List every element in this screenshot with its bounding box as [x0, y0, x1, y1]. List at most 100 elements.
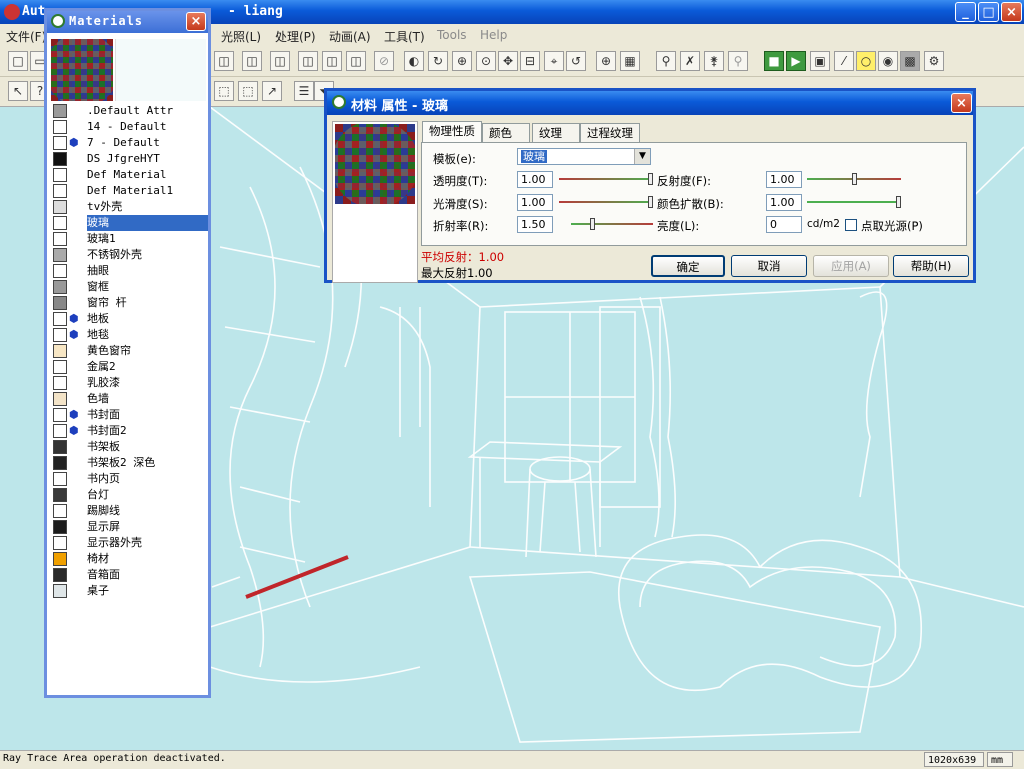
- template-dropdown[interactable]: 玻璃 ▼: [517, 148, 651, 165]
- chevron-down-icon[interactable]: ▼: [634, 149, 650, 164]
- render-icon-2[interactable]: ▶: [786, 51, 806, 71]
- materials-list[interactable]: .Default Attr 14 - Default ⬢ 7 - Default DS …: [49, 103, 208, 599]
- reflectivity-input[interactable]: 1.00: [766, 171, 802, 188]
- dialog-close-button[interactable]: ×: [951, 93, 972, 113]
- smoothness-input[interactable]: 1.00: [517, 194, 553, 211]
- walk-cross-icon[interactable]: ✗: [680, 51, 700, 71]
- select-cube-icon[interactable]: ⬚: [238, 81, 258, 101]
- tab-color[interactable]: 颜色: [482, 123, 530, 143]
- material-list-item[interactable]: 踢脚线: [49, 503, 207, 519]
- material-list-item[interactable]: 桌子: [49, 583, 207, 599]
- new-file-icon[interactable]: □: [8, 51, 28, 71]
- material-list-item[interactable]: .Default Attr: [49, 103, 207, 119]
- run-icon[interactable]: ⚵: [704, 51, 724, 71]
- material-list-item[interactable]: ⬢ 7 - Default: [49, 135, 207, 151]
- menu-tools[interactable]: Tools: [437, 28, 467, 42]
- zoom-in-icon[interactable]: ⊕: [452, 51, 472, 71]
- materials-title-bar[interactable]: Materials ×: [47, 11, 208, 33]
- material-list-item[interactable]: DS JfgreHYT: [49, 151, 207, 167]
- material-list-item[interactable]: 书架板: [49, 439, 207, 455]
- menu-help[interactable]: Help: [480, 28, 507, 42]
- material-list-item[interactable]: 书内页: [49, 471, 207, 487]
- material-list-item[interactable]: 音箱面: [49, 567, 207, 583]
- light-icon[interactable]: ○: [856, 51, 876, 71]
- rotate-icon[interactable]: ↻: [428, 51, 448, 71]
- menu-lighting[interactable]: 光照(L): [221, 28, 261, 45]
- material-list-item[interactable]: Def Material1: [49, 183, 207, 199]
- material-list-item[interactable]: 玻璃1: [49, 231, 207, 247]
- material-list-item[interactable]: 金属2: [49, 359, 207, 375]
- material-list-item[interactable]: ⬢ 书封面2: [49, 423, 207, 439]
- material-properties-dialog[interactable]: 材料 属性 - 玻璃 × 物理性质 颜色 纹理 过程纹理 模板(e): 玻璃 ▼…: [324, 88, 976, 283]
- minimize-button[interactable]: _: [955, 2, 976, 22]
- ruler-icon[interactable]: ⊟: [520, 51, 540, 71]
- measure-icon[interactable]: ⌖: [544, 51, 564, 71]
- view-cube-icon-2[interactable]: ◫: [242, 51, 262, 71]
- view-cube-icon-1[interactable]: ◫: [214, 51, 234, 71]
- color-diffusion-slider[interactable]: [807, 196, 901, 208]
- view-cube-icon-3[interactable]: ◫: [270, 51, 290, 71]
- stand-icon[interactable]: ⚲: [728, 51, 748, 71]
- material-list-item[interactable]: 黄色窗帘: [49, 343, 207, 359]
- help-button[interactable]: 帮助(H): [893, 255, 969, 277]
- material-list-item[interactable]: ⬢ 地板: [49, 311, 207, 327]
- material-list-item[interactable]: 显示屏: [49, 519, 207, 535]
- orbit-icon[interactable]: ◐: [404, 51, 424, 71]
- view-cube-icon-6[interactable]: ◫: [346, 51, 366, 71]
- menu-tools-cn[interactable]: 工具(T): [384, 28, 425, 45]
- close-button[interactable]: ×: [1001, 2, 1022, 22]
- apply-button[interactable]: 应用(A): [813, 255, 889, 277]
- material-list-item[interactable]: 显示器外壳: [49, 535, 207, 551]
- refraction-slider[interactable]: [571, 218, 653, 230]
- material-list-item[interactable]: 椅材: [49, 551, 207, 567]
- menu-process[interactable]: 处理(P): [275, 28, 316, 45]
- material-list-item[interactable]: 窗框: [49, 279, 207, 295]
- transparency-slider[interactable]: [559, 173, 653, 185]
- material-list-item[interactable]: tv外壳: [49, 199, 207, 215]
- refresh-icon[interactable]: ↺: [566, 51, 586, 71]
- smoothness-slider[interactable]: [559, 196, 653, 208]
- material-list-item[interactable]: 14 - Default: [49, 119, 207, 135]
- walk-icon[interactable]: ⚲: [656, 51, 676, 71]
- filter-list-icon[interactable]: ☰: [294, 81, 314, 101]
- reflectivity-slider[interactable]: [807, 173, 901, 185]
- refraction-input[interactable]: 1.50: [517, 216, 553, 233]
- tab-physical[interactable]: 物理性质: [422, 121, 482, 143]
- select-move-icon[interactable]: ↗: [262, 81, 282, 101]
- pan-icon[interactable]: ✥: [498, 51, 518, 71]
- transparency-input[interactable]: 1.00: [517, 171, 553, 188]
- tab-texture[interactable]: 纹理: [532, 123, 580, 143]
- zoom-icon[interactable]: ⊙: [476, 51, 496, 71]
- material-list-item[interactable]: 色墙: [49, 391, 207, 407]
- material-list-item[interactable]: 抽眼: [49, 263, 207, 279]
- render-icon-3[interactable]: ▣: [810, 51, 830, 71]
- view-cube-icon-4[interactable]: ◫: [298, 51, 318, 71]
- material-list-item[interactable]: Def Material: [49, 167, 207, 183]
- material-list-item[interactable]: ⬢ 地毯: [49, 327, 207, 343]
- magnify-icon[interactable]: ⊕: [596, 51, 616, 71]
- settings-icon[interactable]: ⚙: [924, 51, 944, 71]
- render-icon-1[interactable]: ■: [764, 51, 784, 71]
- ok-button[interactable]: 确定: [651, 255, 725, 277]
- texture-icon[interactable]: ▩: [900, 51, 920, 71]
- material-list-item[interactable]: ⬢ 书封面: [49, 407, 207, 423]
- material-list-item[interactable]: 乳胶漆: [49, 375, 207, 391]
- render-icon-4[interactable]: ⁄: [834, 51, 854, 71]
- maximize-button[interactable]: □: [978, 2, 999, 22]
- dialog-title-bar[interactable]: 材料 属性 - 玻璃 ×: [327, 91, 973, 115]
- tab-procedural-texture[interactable]: 过程纹理: [580, 123, 640, 143]
- materials-window[interactable]: Materials × .Default Attr 14 - Default ⬢ 7 …: [44, 8, 211, 698]
- material-list-item[interactable]: 不锈钢外壳: [49, 247, 207, 263]
- select-arrow-icon[interactable]: ↖: [8, 81, 28, 101]
- color-diffusion-input[interactable]: 1.00: [766, 194, 802, 211]
- material-list-item[interactable]: 窗帘 杆: [49, 295, 207, 311]
- menu-animation[interactable]: 动画(A): [329, 28, 371, 45]
- luminance-input[interactable]: 0: [766, 216, 802, 233]
- cancel-button[interactable]: 取消: [731, 255, 807, 277]
- menu-file[interactable]: 文件(F): [6, 28, 46, 45]
- zoom-disabled-icon[interactable]: ⊘: [374, 51, 394, 71]
- view-cube-icon-5[interactable]: ◫: [322, 51, 342, 71]
- point-light-checkbox[interactable]: [845, 219, 857, 231]
- material-list-item[interactable]: 台灯: [49, 487, 207, 503]
- material-icon[interactable]: ◉: [878, 51, 898, 71]
